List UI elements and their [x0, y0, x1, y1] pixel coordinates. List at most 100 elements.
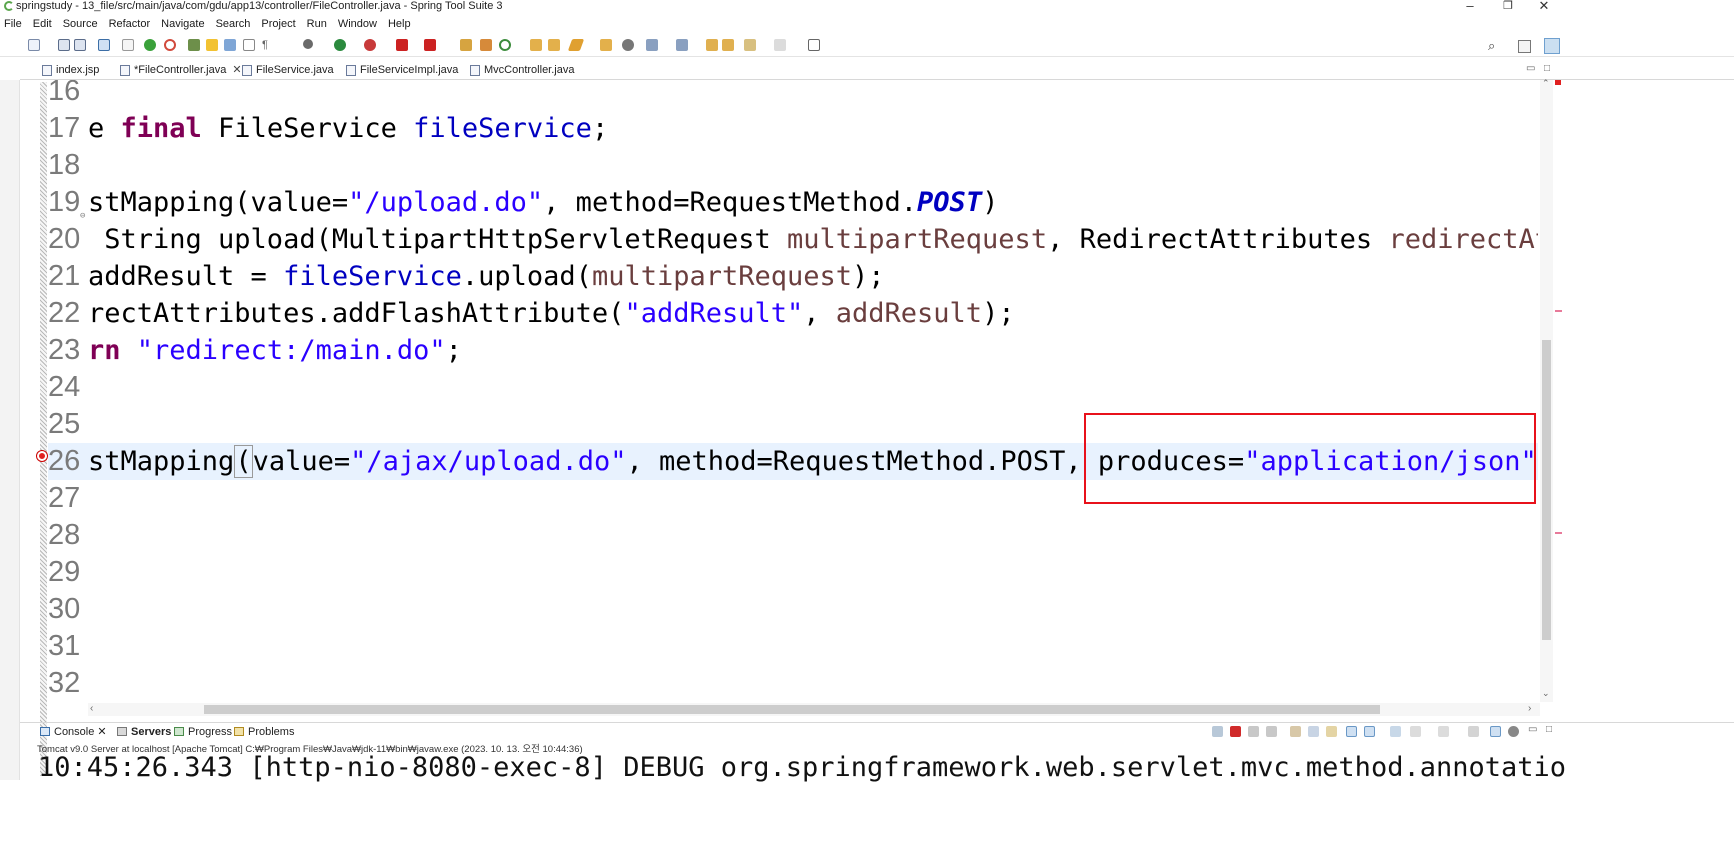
- minimize-button[interactable]: –: [1450, 0, 1490, 14]
- display-console-icon[interactable]: [1410, 726, 1421, 737]
- skip-breakpoints-icon[interactable]: [122, 39, 134, 51]
- terminate-icon[interactable]: [1230, 726, 1241, 737]
- left-trim-stack: [0, 80, 20, 780]
- tab-file-service-impl[interactable]: FileServiceImpl.java: [344, 62, 458, 79]
- link-icon[interactable]: [1490, 726, 1501, 737]
- scroll-left-icon[interactable]: ‹: [90, 703, 93, 714]
- overview-marker[interactable]: [1555, 310, 1562, 312]
- console-output[interactable]: 10:45:26.343 [http-nio-8080-exec-8] DEBU…: [38, 750, 1734, 786]
- menu-navigate[interactable]: Navigate: [161, 18, 204, 30]
- close-tab-icon[interactable]: ✕: [97, 726, 106, 738]
- show-stderr-icon[interactable]: [1364, 726, 1375, 737]
- open-type-icon[interactable]: [530, 39, 542, 51]
- maximize-console-icon[interactable]: □: [1546, 724, 1552, 735]
- tab-console[interactable]: Console ✕: [40, 725, 107, 739]
- scroll-right-icon[interactable]: ›: [1528, 703, 1531, 714]
- pilcrow-icon[interactable]: ¶: [262, 39, 274, 51]
- globe-icon[interactable]: [622, 39, 634, 51]
- open-folder-icon[interactable]: [600, 39, 612, 51]
- tab-problems[interactable]: Problems: [234, 725, 294, 739]
- vertical-scrollbar[interactable]: ⌃ ⌄: [1540, 78, 1553, 702]
- menu-search[interactable]: Search: [216, 18, 251, 30]
- toggle-highlight-icon[interactable]: [206, 39, 218, 51]
- stop-icon[interactable]: [396, 39, 408, 51]
- toggle-mark-occurrences-icon[interactable]: [188, 39, 200, 51]
- new-java-project-icon[interactable]: [460, 39, 472, 51]
- overview-ruler[interactable]: [1554, 80, 1564, 702]
- clear-console-icon[interactable]: [1290, 726, 1301, 737]
- minimize-editor-icon[interactable]: ▭: [1526, 63, 1535, 74]
- copy-icon[interactable]: [1468, 726, 1479, 737]
- new-package-icon[interactable]: [480, 39, 492, 51]
- open-console-icon[interactable]: [1438, 726, 1449, 737]
- menu-edit[interactable]: Edit: [33, 18, 52, 30]
- menu-file[interactable]: File: [4, 18, 22, 30]
- refresh-icon[interactable]: [164, 39, 176, 51]
- tab-progress[interactable]: Progress: [174, 725, 232, 739]
- forward-icon[interactable]: [744, 39, 756, 51]
- menu-help[interactable]: Help: [388, 18, 411, 30]
- next-annotation-icon[interactable]: [646, 39, 658, 51]
- debug-icon[interactable]: [303, 39, 313, 49]
- tab-index-jsp[interactable]: index.jsp: [40, 62, 99, 79]
- open-perspective-icon[interactable]: [1518, 40, 1531, 53]
- scroll-lock-icon[interactable]: [1308, 726, 1319, 737]
- tab-label: FileServiceImpl.java: [360, 64, 459, 76]
- restore-button[interactable]: ❐: [1488, 0, 1528, 14]
- tab-file-controller[interactable]: *FileController.java ✕: [118, 62, 242, 79]
- vertical-scroll-thumb[interactable]: [1542, 340, 1551, 640]
- show-whitespace-icon[interactable]: [243, 39, 255, 51]
- search-pen-icon[interactable]: [567, 39, 585, 51]
- menu-run[interactable]: Run: [307, 18, 327, 30]
- menu-project[interactable]: Project: [261, 18, 295, 30]
- scroll-up-icon[interactable]: ⌃: [1542, 78, 1550, 89]
- menu-refactor[interactable]: Refactor: [109, 18, 151, 30]
- search-icon[interactable]: ⌕: [1488, 38, 1504, 54]
- console-tool-icon[interactable]: [1212, 726, 1223, 737]
- back-icon[interactable]: [722, 39, 734, 51]
- tab-mvc-controller[interactable]: MvcController.java: [468, 62, 574, 79]
- open-task-icon[interactable]: [548, 39, 560, 51]
- close-button[interactable]: ✕: [1524, 0, 1564, 14]
- maximize-editor-icon[interactable]: □: [1544, 63, 1550, 74]
- error-marker-icon[interactable]: [37, 451, 47, 461]
- scroll-down-icon[interactable]: ⌄: [1542, 688, 1550, 699]
- new-icon[interactable]: [28, 39, 40, 51]
- remove-all-icon[interactable]: [1266, 726, 1277, 737]
- save-all-icon[interactable]: [74, 39, 86, 51]
- code-line: 29: [48, 554, 1538, 591]
- error-overview-icon[interactable]: [1555, 80, 1561, 85]
- horizontal-scrollbar[interactable]: ‹ ›: [88, 703, 1540, 716]
- tab-servers[interactable]: Servers: [117, 725, 171, 739]
- code-line: 20 String upload(MultipartHttpServletReq…: [48, 221, 1538, 258]
- show-stdout-icon[interactable]: [1346, 726, 1357, 737]
- previous-annotation-icon[interactable]: [676, 39, 688, 51]
- console-tab-strip: Console ✕ Servers Progress Problems ▭ □: [20, 722, 1734, 740]
- pin-editor-icon[interactable]: [808, 39, 820, 51]
- last-edit-location-icon[interactable]: [706, 39, 718, 51]
- word-wrap-icon[interactable]: [1326, 726, 1337, 737]
- remove-launch-icon[interactable]: [1248, 726, 1259, 737]
- new-class-icon[interactable]: [499, 39, 511, 51]
- menu-source[interactable]: Source: [63, 18, 98, 30]
- menu-window[interactable]: Window: [338, 18, 377, 30]
- toggle-block-selection-icon[interactable]: [224, 39, 236, 51]
- external-tools-icon[interactable]: [424, 39, 436, 51]
- coverage-icon[interactable]: [364, 39, 376, 51]
- console-view-icon[interactable]: [98, 39, 110, 51]
- overview-marker[interactable]: [1555, 532, 1562, 534]
- spring-perspective-icon[interactable]: [1544, 38, 1560, 54]
- line-number: 25: [48, 408, 81, 440]
- code-editor[interactable]: 16 17 e final FileService fileService; 18…: [48, 80, 1538, 702]
- pin-console-icon[interactable]: [1390, 726, 1401, 737]
- tab-file-service[interactable]: FileService.java: [240, 62, 334, 79]
- forward-disabled-icon[interactable]: [774, 39, 786, 51]
- save-icon[interactable]: [58, 39, 70, 51]
- run-icon[interactable]: [334, 39, 346, 51]
- settings-gear-icon[interactable]: [1508, 726, 1519, 737]
- horizontal-scroll-thumb[interactable]: [204, 705, 1380, 714]
- minimize-console-icon[interactable]: ▭: [1528, 724, 1537, 735]
- spring-boot-dashboard-icon[interactable]: [144, 39, 156, 51]
- line-number: 27: [48, 482, 81, 514]
- line-number: 17: [48, 112, 81, 144]
